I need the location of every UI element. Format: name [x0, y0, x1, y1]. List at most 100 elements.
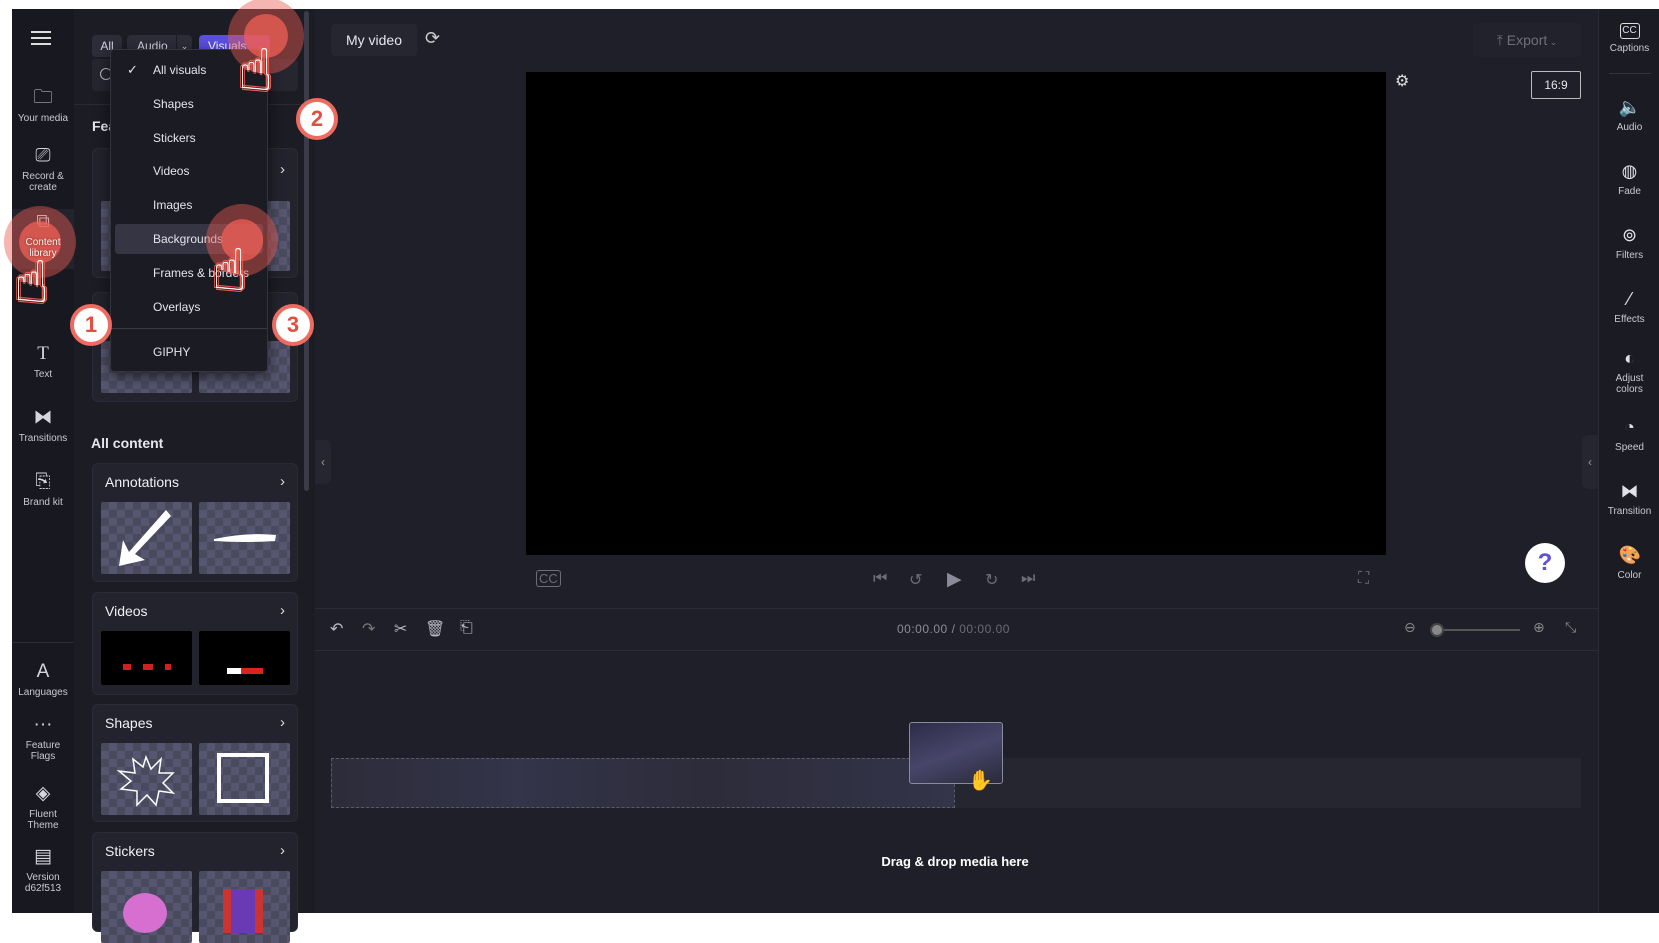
filters-icon: ⊚ — [1621, 225, 1638, 245]
thumbnail[interactable] — [199, 871, 290, 943]
grab-hand-icon: ✋ — [968, 770, 993, 792]
rbar-label: Fade — [1618, 186, 1641, 197]
thumbnail-stroke[interactable] — [199, 502, 290, 574]
step-badge: 1 — [70, 304, 112, 346]
menu-item-videos[interactable]: Videos — [115, 156, 263, 186]
time-readout: 00:00.00 / 00:00.00 — [897, 622, 1010, 636]
menu-item-stickers[interactable]: Stickers — [115, 123, 263, 153]
category-card-annotations[interactable]: Annotations › — [92, 463, 298, 582]
export-button[interactable]: ⤒ Export ⌄ — [1473, 23, 1581, 57]
nav-languages[interactable]: A Languages — [12, 661, 74, 698]
trash-icon[interactable]: 🗑 — [425, 619, 445, 639]
rbar-color[interactable]: 🎨 Color — [1599, 544, 1659, 581]
zoom-in-icon[interactable]: ⊕ — [1533, 619, 1545, 636]
chevron-right-icon[interactable]: › — [280, 714, 285, 731]
step-badge: 2 — [296, 98, 338, 140]
category-card-videos[interactable]: Videos › — [92, 592, 298, 695]
right-property-bar: CC Captions 🔈 Audio ◍ Fade ⊚ Filters ⁄ Effect… — [1598, 9, 1659, 913]
rbar-label: Captions — [1609, 43, 1650, 54]
nav-brand-kit[interactable]: ⎘ Brand kit — [12, 471, 74, 508]
undo-icon[interactable]: ↶ — [330, 619, 343, 639]
pointing-hand-icon: ☝ — [212, 238, 248, 303]
nav-divider — [12, 642, 74, 643]
collapse-left-handle[interactable]: ‹ — [315, 440, 331, 484]
nav-label: Version d62f513 — [24, 872, 62, 894]
zoom-out-icon[interactable]: ⊖ — [1404, 619, 1416, 636]
contrast-icon: ◐ — [1624, 348, 1635, 368]
category-title: Shapes — [105, 715, 153, 731]
rbar-adjust-colors[interactable]: ◐ Adjust colors — [1599, 347, 1659, 395]
category-title: Videos — [105, 603, 148, 619]
nav-text[interactable]: T Text — [12, 343, 74, 380]
languages-icon: A — [36, 661, 50, 682]
text-icon: T — [37, 343, 49, 364]
settings-chip-icon[interactable]: ⚙ — [1395, 71, 1409, 91]
nav-record-create[interactable]: ⎚ Record & create — [12, 145, 74, 193]
video-preview[interactable] — [526, 72, 1386, 555]
paint-bucket-icon: ◈ — [35, 783, 51, 804]
rbar-speed[interactable]: ◔ Speed — [1599, 416, 1659, 453]
sync-icon[interactable]: ⟳ — [425, 28, 440, 49]
rbar-captions[interactable]: CC Captions — [1599, 23, 1659, 54]
captions-toggle-icon[interactable]: CC — [536, 570, 561, 587]
palette-icon: 🎨 — [1618, 545, 1641, 565]
rbar-divider — [1609, 73, 1651, 74]
skip-end-icon[interactable]: ⏭ — [1021, 570, 1035, 588]
speedometer-icon: ◔ — [1624, 417, 1635, 437]
redo-icon[interactable]: ↷ — [362, 619, 375, 639]
rbar-audio[interactable]: 🔈 Audio — [1599, 96, 1659, 133]
upload-icon: ⤒ — [1496, 32, 1507, 48]
speaker-icon: 🔈 — [1618, 97, 1641, 117]
zoom-slider-thumb[interactable] — [1430, 623, 1444, 637]
nav-label: Text — [33, 369, 53, 380]
play-icon[interactable]: ▶ — [947, 568, 962, 591]
thumbnail-burst[interactable] — [101, 743, 192, 815]
add-to-timeline-icon[interactable]: ⎗ — [460, 619, 473, 637]
help-button[interactable]: ? — [1525, 543, 1565, 583]
thumbnail[interactable] — [101, 631, 192, 685]
nav-fluent-theme[interactable]: ◈ Fluent Theme — [12, 783, 74, 831]
scrollbar[interactable] — [304, 11, 309, 491]
thumbnail[interactable] — [101, 871, 192, 943]
project-name-field[interactable]: My video — [331, 24, 417, 56]
aspect-ratio-button[interactable]: 16:9 — [1531, 71, 1581, 99]
collapse-right-handle[interactable]: ‹ — [1582, 435, 1598, 489]
rbar-transition[interactable]: ⧓ Transition — [1599, 480, 1659, 517]
rbar-filters[interactable]: ⊚ Filters — [1599, 224, 1659, 261]
thumbnail-arrow[interactable] — [101, 502, 192, 574]
rbar-label: Speed — [1615, 442, 1644, 453]
category-title: Stickers — [105, 843, 155, 859]
nav-transitions[interactable]: ⧓ Transitions — [12, 407, 74, 444]
fit-timeline-icon[interactable]: ⤡ — [1565, 619, 1576, 636]
menu-item-giphy[interactable]: GIPHY — [115, 337, 263, 367]
fullscreen-icon[interactable]: ⛶ — [1358, 570, 1369, 588]
transitions-icon: ⧓ — [33, 407, 53, 428]
more-icon: ··· — [33, 714, 53, 735]
category-card-shapes[interactable]: Shapes › — [92, 704, 298, 822]
checkmark-icon: ✓ — [127, 62, 138, 77]
category-card-stickers[interactable]: Stickers › — [92, 832, 298, 943]
menu-icon[interactable] — [31, 31, 51, 45]
chevron-right-icon[interactable]: › — [280, 602, 285, 619]
nav-your-media[interactable]: 🗀 Your media — [12, 87, 74, 124]
chevron-right-icon[interactable]: › — [280, 473, 285, 490]
chevron-right-icon[interactable]: › — [280, 161, 285, 178]
nav-feature-flags[interactable]: ··· Feature Flags — [12, 714, 74, 762]
thumbnail-frame[interactable] — [199, 743, 290, 815]
rewind-5-icon[interactable]: ↺ — [909, 570, 922, 590]
captions-icon: CC — [1619, 23, 1640, 39]
chevron-right-icon[interactable]: › — [280, 842, 285, 859]
skip-start-icon[interactable]: ⏮ — [873, 570, 887, 588]
rbar-fade[interactable]: ◍ Fade — [1599, 160, 1659, 197]
thumbnail[interactable] — [199, 631, 290, 685]
rbar-effects[interactable]: ⁄ Effects — [1599, 288, 1659, 325]
transition-icon: ⧓ — [1620, 481, 1639, 501]
nav-label: Fluent Theme — [27, 809, 59, 831]
nav-label: Your media — [17, 113, 69, 124]
forward-5-icon[interactable]: ↻ — [985, 570, 998, 590]
zoom-slider[interactable] — [1430, 623, 1520, 637]
scissors-icon[interactable]: ✂ — [394, 619, 407, 639]
camera-icon: ⎚ — [35, 145, 51, 166]
current-time: 00:00.00 — [897, 622, 948, 636]
export-label: Export — [1506, 32, 1548, 48]
